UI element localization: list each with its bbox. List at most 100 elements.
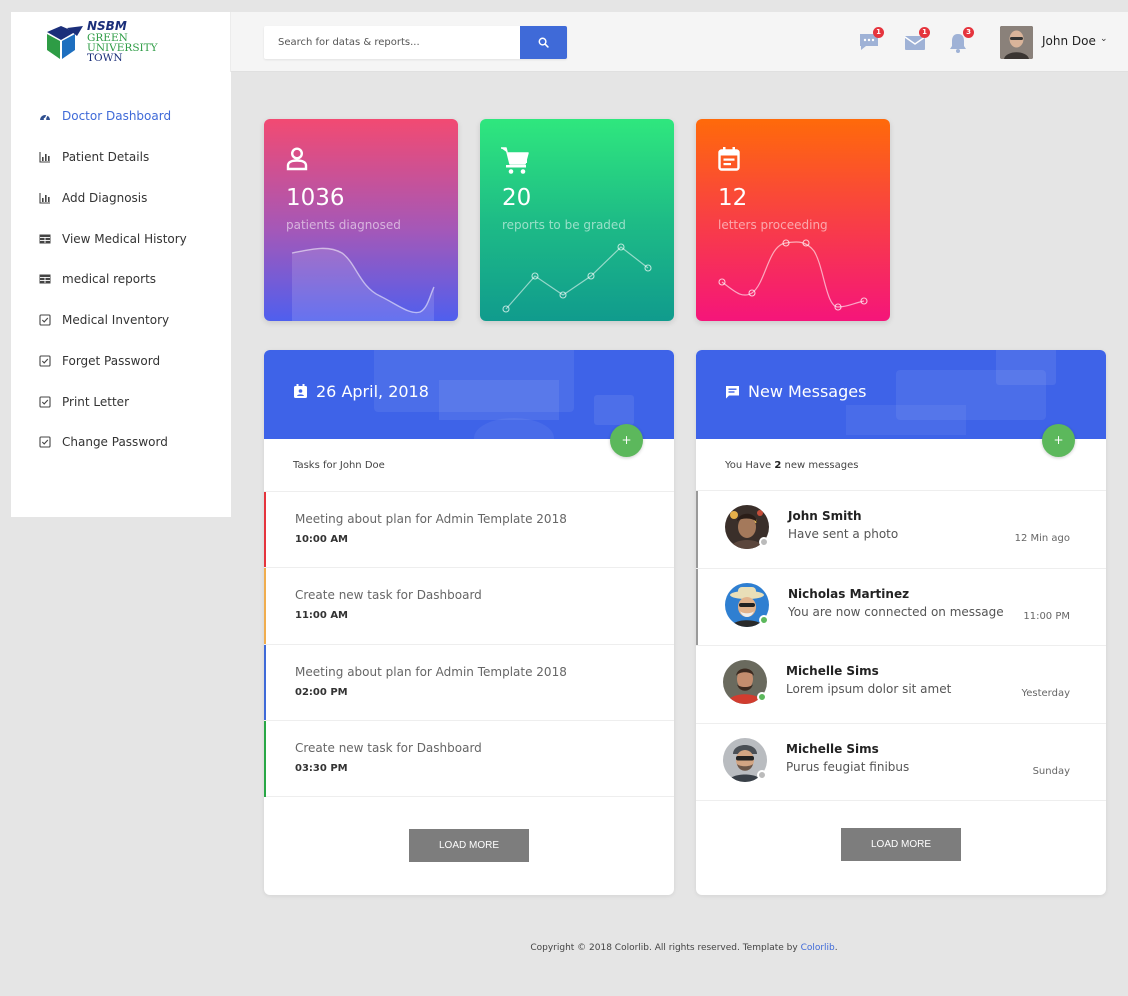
bell-badge: 3 <box>963 27 974 38</box>
message-time: 12 Min ago <box>1014 533 1070 544</box>
task-priority-bar <box>264 492 266 568</box>
message-preview: Have sent a photo <box>788 527 899 541</box>
load-more-messages-button[interactable]: LOAD MORE <box>841 828 961 861</box>
search-input[interactable] <box>264 26 519 59</box>
task-item[interactable]: Meeting about plan for Admin Template 20… <box>264 644 674 721</box>
stat-card-patients[interactable]: 1036 patients diagnosed <box>264 119 458 321</box>
messages-panel-header: New Messages <box>696 350 1106 439</box>
message-icon <box>726 385 739 398</box>
footer-colorlib-link[interactable]: Colorlib <box>801 943 835 953</box>
task-title: Create new task for Dashboard <box>295 588 482 602</box>
bar-chart-icon <box>39 193 50 204</box>
messages-panel: New Messages + You Have 2 new messages J… <box>696 350 1106 895</box>
checkbox-icon <box>39 436 51 448</box>
offline-status-dot <box>759 537 769 547</box>
bar-chart-icon <box>39 152 50 163</box>
sidebar-item-medical-inventory[interactable]: Medical Inventory <box>11 309 231 333</box>
subtitle-suffix: new messages <box>784 460 859 471</box>
message-item[interactable]: John Smith Have sent a photo 12 Min ago <box>696 490 1106 568</box>
offline-status-dot <box>757 770 767 780</box>
stat-card-letters[interactable]: 12 letters proceeding <box>696 119 890 321</box>
task-priority-bar <box>264 568 266 644</box>
avatar <box>725 505 769 549</box>
checkbox-icon <box>39 396 51 408</box>
add-task-button[interactable]: + <box>610 424 643 457</box>
footer-period: . <box>834 943 838 953</box>
message-unread-bar <box>696 569 698 646</box>
messages-subtitle: You Have 2 new messages <box>725 460 858 471</box>
sidebar-item-label: View Medical History <box>62 232 187 246</box>
user-name[interactable]: John Doe <box>1042 34 1096 48</box>
sidebar-item-medical-reports[interactable]: medical reports <box>11 268 231 292</box>
mail-badge: 1 <box>919 27 930 38</box>
task-item[interactable]: Meeting about plan for Admin Template 20… <box>264 491 674 568</box>
sidebar-item-change-password[interactable]: Change Password <box>11 431 231 455</box>
tasks-panel: 26 April, 2018 + Tasks for John Doe Meet… <box>264 350 674 895</box>
user-avatar[interactable] <box>1000 26 1033 59</box>
online-status-dot <box>757 692 767 702</box>
sidebar-item-print-letter[interactable]: Print Letter <box>11 391 231 415</box>
contact-calendar-icon <box>294 384 307 398</box>
sidebar-item-add-diagnosis[interactable]: Add Diagnosis <box>11 187 231 211</box>
message-item[interactable]: Michelle Sims Purus feugiat finibus Sund… <box>696 723 1106 801</box>
task-item[interactable]: Create new task for Dashboard 03:30 PM <box>264 720 674 797</box>
online-status-dot <box>759 615 769 625</box>
task-title: Meeting about plan for Admin Template 20… <box>295 512 567 526</box>
message-preview: Lorem ipsum dolor sit amet <box>786 682 952 696</box>
task-time: 03:30 PM <box>295 763 348 774</box>
sidebar-item-label: Doctor Dashboard <box>62 109 172 123</box>
header-bar: 1 1 3 John Doe ⌄ <box>231 12 1128 72</box>
sidebar-item-view-medical-history[interactable]: View Medical History <box>11 228 231 252</box>
sidebar-item-forget-password[interactable]: Forget Password <box>11 350 231 374</box>
chat-notification-button[interactable]: 1 <box>858 27 884 54</box>
university-logo[interactable]: NSBM GREEN UNIVERSITY TOWN <box>37 16 165 68</box>
task-time: 11:00 AM <box>295 610 349 621</box>
load-more-tasks-button[interactable]: LOAD MORE <box>409 829 529 862</box>
sidebar-item-patient-details[interactable]: Patient Details <box>11 146 231 170</box>
new-messages-count: 2 <box>774 460 782 471</box>
search-box <box>264 26 567 59</box>
task-item[interactable]: Create new task for Dashboard 11:00 AM <box>264 567 674 644</box>
sidebar-item-label: Print Letter <box>62 395 130 409</box>
sidebar-item-label: Medical Inventory <box>62 313 170 327</box>
stat-value: 12 <box>718 185 748 211</box>
stat-label: letters proceeding <box>718 218 828 232</box>
sidebar: Doctor Dashboard Patient Details Add Dia… <box>11 72 231 517</box>
stat-label: patients diagnosed <box>286 218 401 232</box>
sidebar-item-label: Add Diagnosis <box>62 191 148 205</box>
sidebar-item-label: medical reports <box>62 272 157 286</box>
task-time: 02:00 PM <box>295 687 348 698</box>
chevron-down-icon[interactable]: ⌄ <box>1100 34 1108 44</box>
logo-area: NSBM GREEN UNIVERSITY TOWN <box>11 12 231 72</box>
task-title: Create new task for Dashboard <box>295 741 482 755</box>
message-unread-bar <box>696 491 698 568</box>
stat-value: 1036 <box>286 185 345 211</box>
task-priority-bar <box>264 721 266 797</box>
stat-value: 20 <box>502 185 532 211</box>
sidebar-item-label: Change Password <box>62 435 168 449</box>
bell-notification-button[interactable]: 3 <box>948 27 974 54</box>
sidebar-item-label: Patient Details <box>62 150 150 164</box>
logo-line-town: TOWN <box>87 52 123 64</box>
cart-icon <box>501 147 529 174</box>
stat-card-reports[interactable]: 20 reports to be graded <box>480 119 674 321</box>
task-priority-bar <box>264 645 266 721</box>
messages-title: New Messages <box>748 382 867 401</box>
sender-name: Nicholas Martinez <box>788 587 910 601</box>
top-header: NSBM GREEN UNIVERSITY TOWN 1 <box>0 12 1128 72</box>
checkbox-icon <box>39 355 51 367</box>
avatar <box>725 583 769 627</box>
message-item[interactable]: Nicholas Martinez You are now connected … <box>696 568 1106 646</box>
sidebar-item-doctor-dashboard[interactable]: Doctor Dashboard <box>11 105 231 129</box>
mail-notification-button[interactable]: 1 <box>904 27 930 54</box>
user-icon <box>286 147 308 171</box>
message-item[interactable]: Michelle Sims Lorem ipsum dolor sit amet… <box>696 645 1106 723</box>
tasks-subtitle: Tasks for John Doe <box>293 460 385 471</box>
add-message-button[interactable]: + <box>1042 424 1075 457</box>
task-time: 10:00 AM <box>295 534 349 545</box>
table-icon <box>39 234 51 244</box>
search-button[interactable] <box>520 26 567 59</box>
subtitle-prefix: You Have <box>725 460 772 471</box>
task-title: Meeting about plan for Admin Template 20… <box>295 665 567 679</box>
sender-name: Michelle Sims <box>786 664 879 678</box>
